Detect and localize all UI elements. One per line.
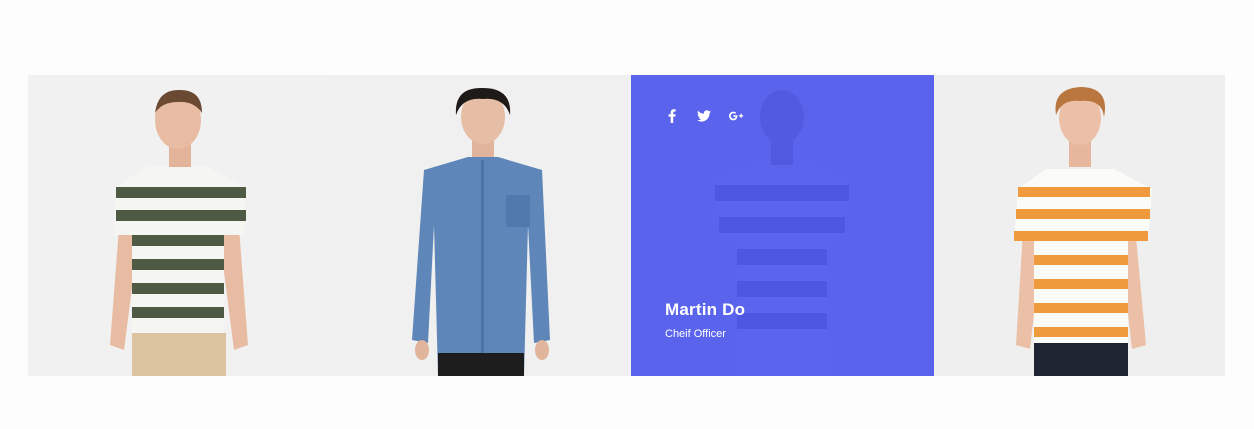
team-member-card[interactable] [28,75,328,376]
member-role: Cheif Officer [665,328,726,340]
team-gallery: Martin Do Cheif Officer [28,75,1225,376]
twitter-icon[interactable] [696,108,712,124]
member-photo [412,87,550,376]
social-links [664,108,744,124]
team-member-card[interactable] [328,75,631,376]
featured-member-card[interactable]: Martin Do Cheif Officer [631,75,934,376]
member-photo [1014,87,1152,376]
team-member-card[interactable] [934,75,1225,376]
member-name: Martin Do [665,300,746,319]
facebook-icon[interactable] [664,108,680,124]
member-photo [110,89,248,376]
google-plus-icon[interactable] [728,108,744,124]
